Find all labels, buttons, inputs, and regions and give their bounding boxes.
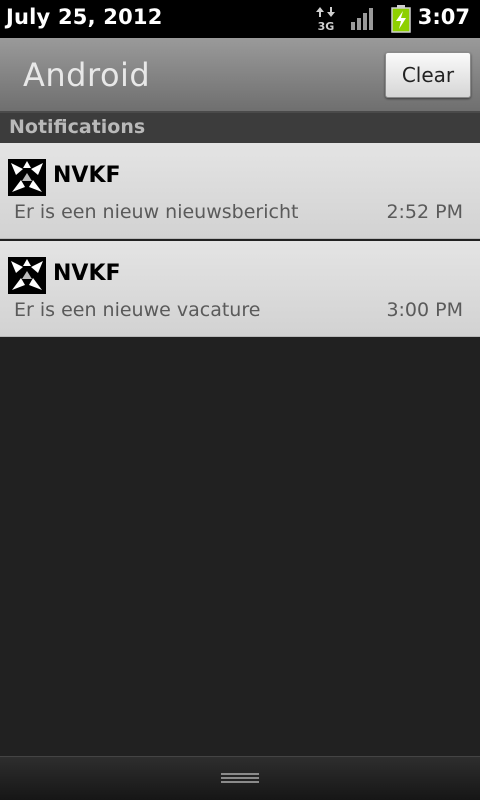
notifications-section-header: Notifications [0,113,480,143]
nvkf-app-icon [8,257,46,294]
shade-header: Android Clear [0,38,480,113]
status-bar: July 25, 2012 3G 3:07 [0,0,480,38]
notification-title: NVKF [53,261,121,286]
signal-strength-icon [350,8,376,30]
notification-item[interactable]: NVKF Er is een nieuwe vacature 3:00 PM [0,241,480,337]
clear-button[interactable]: Clear [385,52,471,98]
notification-time: 3:00 PM [386,299,463,321]
status-date: July 25, 2012 [6,5,163,29]
notification-time: 2:52 PM [386,201,463,223]
shade-bottom-bar[interactable] [0,756,480,800]
drag-handle-icon[interactable] [221,773,259,785]
data-arrows-3g-icon: 3G [315,6,337,33]
carrier-title: Android [23,56,151,94]
section-title: Notifications [9,116,146,138]
notification-title: NVKF [53,163,121,188]
network-type-label: 3G [318,20,335,32]
battery-charging-icon [391,5,411,33]
nvkf-app-icon [8,159,46,196]
notification-text: Er is een nieuw nieuwsbericht [14,201,299,223]
status-time: 3:07 [417,5,470,29]
notification-text: Er is een nieuwe vacature [14,299,261,321]
notification-shade: July 25, 2012 3G 3:07 Android Clear Noti… [0,0,480,800]
notification-item[interactable]: NVKF Er is een nieuw nieuwsbericht 2:52 … [0,143,480,239]
